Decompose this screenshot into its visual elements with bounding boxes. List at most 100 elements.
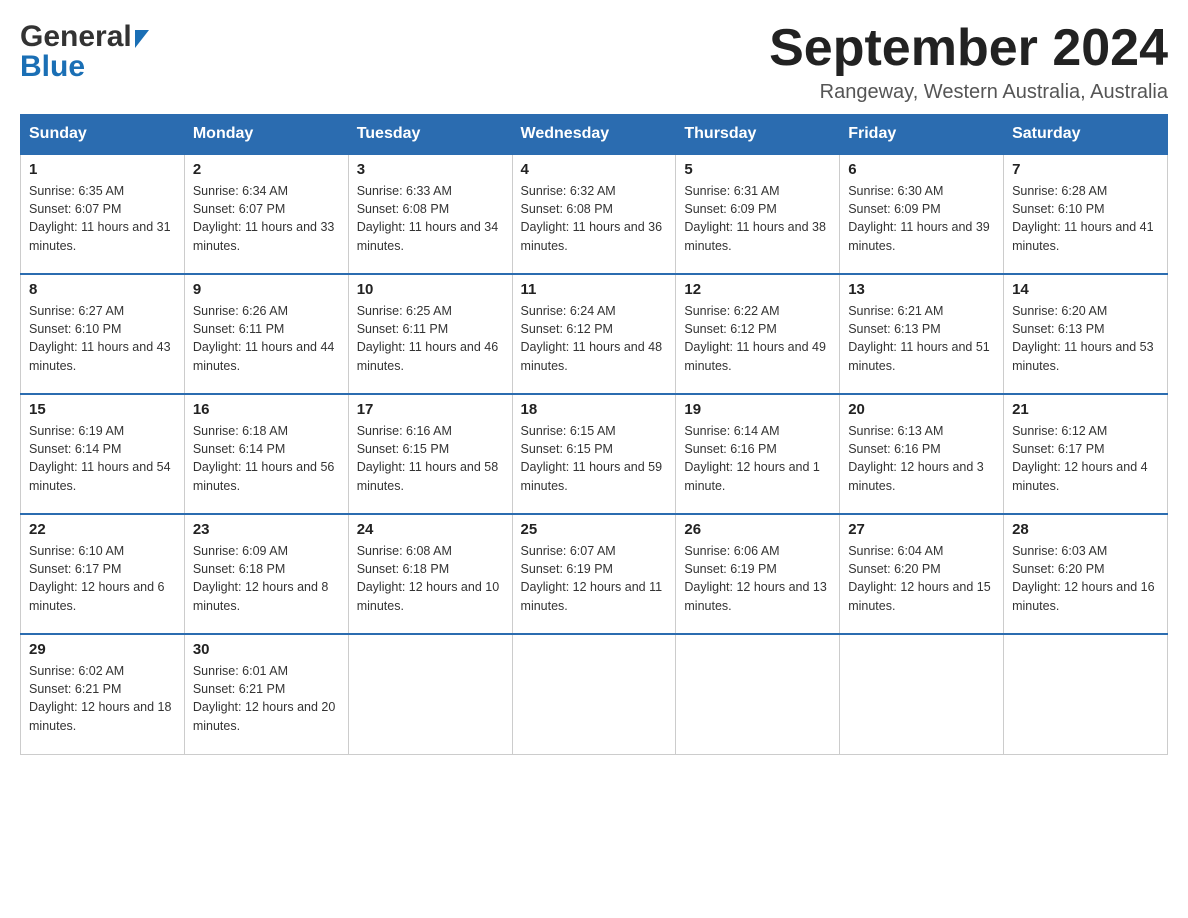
day-info: Sunrise: 6:21 AM Sunset: 6:13 PM Dayligh… [848, 302, 995, 375]
table-row: 8 Sunrise: 6:27 AM Sunset: 6:10 PM Dayli… [21, 274, 185, 394]
col-thursday: Thursday [676, 115, 840, 155]
day-number: 14 [1012, 281, 1159, 298]
day-info: Sunrise: 6:12 AM Sunset: 6:17 PM Dayligh… [1012, 422, 1159, 495]
table-row: 17 Sunrise: 6:16 AM Sunset: 6:15 PM Dayl… [348, 394, 512, 514]
table-row: 14 Sunrise: 6:20 AM Sunset: 6:13 PM Dayl… [1004, 274, 1168, 394]
col-sunday: Sunday [21, 115, 185, 155]
day-number: 9 [193, 281, 340, 298]
day-number: 10 [357, 281, 504, 298]
day-number: 8 [29, 281, 176, 298]
day-info: Sunrise: 6:04 AM Sunset: 6:20 PM Dayligh… [848, 542, 995, 615]
day-info: Sunrise: 6:16 AM Sunset: 6:15 PM Dayligh… [357, 422, 504, 495]
table-row: 2 Sunrise: 6:34 AM Sunset: 6:07 PM Dayli… [184, 154, 348, 274]
table-row [512, 634, 676, 754]
day-number: 1 [29, 161, 176, 178]
table-row: 13 Sunrise: 6:21 AM Sunset: 6:13 PM Dayl… [840, 274, 1004, 394]
day-info: Sunrise: 6:35 AM Sunset: 6:07 PM Dayligh… [29, 182, 176, 255]
day-info: Sunrise: 6:10 AM Sunset: 6:17 PM Dayligh… [29, 542, 176, 615]
day-info: Sunrise: 6:06 AM Sunset: 6:19 PM Dayligh… [684, 542, 831, 615]
table-row: 19 Sunrise: 6:14 AM Sunset: 6:16 PM Dayl… [676, 394, 840, 514]
day-info: Sunrise: 6:27 AM Sunset: 6:10 PM Dayligh… [29, 302, 176, 375]
table-row [676, 634, 840, 754]
day-number: 3 [357, 161, 504, 178]
day-number: 13 [848, 281, 995, 298]
calendar-header-row: Sunday Monday Tuesday Wednesday Thursday… [21, 115, 1168, 155]
day-number: 6 [848, 161, 995, 178]
day-number: 27 [848, 521, 995, 538]
day-info: Sunrise: 6:03 AM Sunset: 6:20 PM Dayligh… [1012, 542, 1159, 615]
day-info: Sunrise: 6:14 AM Sunset: 6:16 PM Dayligh… [684, 422, 831, 495]
calendar-week-row: 8 Sunrise: 6:27 AM Sunset: 6:10 PM Dayli… [21, 274, 1168, 394]
col-saturday: Saturday [1004, 115, 1168, 155]
day-number: 2 [193, 161, 340, 178]
day-number: 21 [1012, 401, 1159, 418]
table-row: 6 Sunrise: 6:30 AM Sunset: 6:09 PM Dayli… [840, 154, 1004, 274]
table-row: 20 Sunrise: 6:13 AM Sunset: 6:16 PM Dayl… [840, 394, 1004, 514]
col-wednesday: Wednesday [512, 115, 676, 155]
table-row [840, 634, 1004, 754]
table-row: 4 Sunrise: 6:32 AM Sunset: 6:08 PM Dayli… [512, 154, 676, 274]
calendar-week-row: 22 Sunrise: 6:10 AM Sunset: 6:17 PM Dayl… [21, 514, 1168, 634]
day-info: Sunrise: 6:34 AM Sunset: 6:07 PM Dayligh… [193, 182, 340, 255]
table-row: 25 Sunrise: 6:07 AM Sunset: 6:19 PM Dayl… [512, 514, 676, 634]
day-number: 4 [521, 161, 668, 178]
day-info: Sunrise: 6:15 AM Sunset: 6:15 PM Dayligh… [521, 422, 668, 495]
day-number: 23 [193, 521, 340, 538]
month-title: September 2024 [769, 20, 1168, 77]
day-number: 16 [193, 401, 340, 418]
day-number: 18 [521, 401, 668, 418]
logo-blue-text: Blue [20, 50, 149, 84]
day-info: Sunrise: 6:08 AM Sunset: 6:18 PM Dayligh… [357, 542, 504, 615]
day-info: Sunrise: 6:13 AM Sunset: 6:16 PM Dayligh… [848, 422, 995, 495]
day-number: 29 [29, 641, 176, 658]
day-info: Sunrise: 6:07 AM Sunset: 6:19 PM Dayligh… [521, 542, 668, 615]
table-row: 9 Sunrise: 6:26 AM Sunset: 6:11 PM Dayli… [184, 274, 348, 394]
day-number: 15 [29, 401, 176, 418]
table-row: 22 Sunrise: 6:10 AM Sunset: 6:17 PM Dayl… [21, 514, 185, 634]
calendar-table: Sunday Monday Tuesday Wednesday Thursday… [20, 114, 1168, 755]
logo: General Blue [20, 20, 149, 84]
table-row [348, 634, 512, 754]
day-number: 25 [521, 521, 668, 538]
table-row: 23 Sunrise: 6:09 AM Sunset: 6:18 PM Dayl… [184, 514, 348, 634]
page-header: General Blue September 2024 Rangeway, We… [20, 20, 1168, 104]
table-row: 12 Sunrise: 6:22 AM Sunset: 6:12 PM Dayl… [676, 274, 840, 394]
table-row: 5 Sunrise: 6:31 AM Sunset: 6:09 PM Dayli… [676, 154, 840, 274]
table-row: 7 Sunrise: 6:28 AM Sunset: 6:10 PM Dayli… [1004, 154, 1168, 274]
day-number: 22 [29, 521, 176, 538]
day-number: 28 [1012, 521, 1159, 538]
day-info: Sunrise: 6:22 AM Sunset: 6:12 PM Dayligh… [684, 302, 831, 375]
day-number: 24 [357, 521, 504, 538]
table-row: 30 Sunrise: 6:01 AM Sunset: 6:21 PM Dayl… [184, 634, 348, 754]
day-number: 5 [684, 161, 831, 178]
day-info: Sunrise: 6:19 AM Sunset: 6:14 PM Dayligh… [29, 422, 176, 495]
table-row: 28 Sunrise: 6:03 AM Sunset: 6:20 PM Dayl… [1004, 514, 1168, 634]
table-row: 11 Sunrise: 6:24 AM Sunset: 6:12 PM Dayl… [512, 274, 676, 394]
table-row: 1 Sunrise: 6:35 AM Sunset: 6:07 PM Dayli… [21, 154, 185, 274]
title-section: September 2024 Rangeway, Western Austral… [769, 20, 1168, 104]
day-info: Sunrise: 6:28 AM Sunset: 6:10 PM Dayligh… [1012, 182, 1159, 255]
table-row: 26 Sunrise: 6:06 AM Sunset: 6:19 PM Dayl… [676, 514, 840, 634]
table-row: 24 Sunrise: 6:08 AM Sunset: 6:18 PM Dayl… [348, 514, 512, 634]
day-info: Sunrise: 6:33 AM Sunset: 6:08 PM Dayligh… [357, 182, 504, 255]
day-info: Sunrise: 6:25 AM Sunset: 6:11 PM Dayligh… [357, 302, 504, 375]
table-row: 18 Sunrise: 6:15 AM Sunset: 6:15 PM Dayl… [512, 394, 676, 514]
table-row: 10 Sunrise: 6:25 AM Sunset: 6:11 PM Dayl… [348, 274, 512, 394]
day-number: 20 [848, 401, 995, 418]
day-number: 19 [684, 401, 831, 418]
table-row: 3 Sunrise: 6:33 AM Sunset: 6:08 PM Dayli… [348, 154, 512, 274]
logo-general-text: General [20, 20, 132, 54]
table-row: 29 Sunrise: 6:02 AM Sunset: 6:21 PM Dayl… [21, 634, 185, 754]
col-monday: Monday [184, 115, 348, 155]
table-row: 15 Sunrise: 6:19 AM Sunset: 6:14 PM Dayl… [21, 394, 185, 514]
table-row [1004, 634, 1168, 754]
day-info: Sunrise: 6:01 AM Sunset: 6:21 PM Dayligh… [193, 662, 340, 735]
day-info: Sunrise: 6:26 AM Sunset: 6:11 PM Dayligh… [193, 302, 340, 375]
day-info: Sunrise: 6:32 AM Sunset: 6:08 PM Dayligh… [521, 182, 668, 255]
day-info: Sunrise: 6:02 AM Sunset: 6:21 PM Dayligh… [29, 662, 176, 735]
day-info: Sunrise: 6:31 AM Sunset: 6:09 PM Dayligh… [684, 182, 831, 255]
calendar-week-row: 15 Sunrise: 6:19 AM Sunset: 6:14 PM Dayl… [21, 394, 1168, 514]
table-row: 16 Sunrise: 6:18 AM Sunset: 6:14 PM Dayl… [184, 394, 348, 514]
calendar-week-row: 29 Sunrise: 6:02 AM Sunset: 6:21 PM Dayl… [21, 634, 1168, 754]
col-tuesday: Tuesday [348, 115, 512, 155]
